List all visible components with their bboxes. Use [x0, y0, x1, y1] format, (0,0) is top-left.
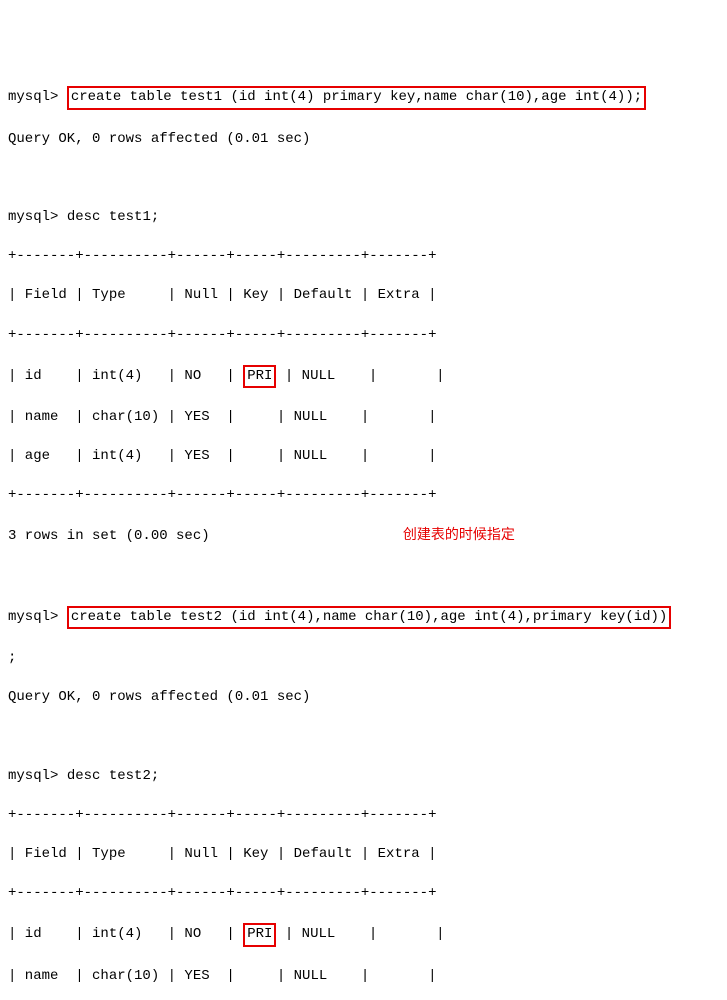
- query-ok-2: Query OK, 0 rows affected (0.01 sec): [8, 688, 719, 708]
- rows-in-set-1: 3 rows in set (0.00 sec) 创建表的时候指定: [8, 525, 719, 547]
- t2-row-name: | name | char(10) | YES | | NULL | |: [8, 967, 719, 987]
- t2-sep-top: +-------+----------+------+-----+-------…: [8, 806, 719, 826]
- t1-header: | Field | Type | Null | Key | Default | …: [8, 286, 719, 306]
- t1-row-age: | age | int(4) | YES | | NULL | |: [8, 447, 719, 467]
- cmd-create-test2: create table test2 (id int(4),name char(…: [71, 609, 668, 625]
- prompt: mysql>: [8, 209, 58, 225]
- t2-row-id: | id | int(4) | NO | PRI | NULL | |: [8, 923, 719, 947]
- t2-sep-mid: +-------+----------+------+-----+-------…: [8, 884, 719, 904]
- t1-row-name: | name | char(10) | YES | | NULL | |: [8, 408, 719, 428]
- t1-sep-bot: +-------+----------+------+-----+-------…: [8, 486, 719, 506]
- t2-row-id-pre: | id | int(4) | NO |: [8, 926, 243, 942]
- t1-row-id-pre: | id | int(4) | NO |: [8, 368, 243, 384]
- blank-3: [8, 727, 719, 747]
- t1-sep-top: +-------+----------+------+-----+-------…: [8, 247, 719, 267]
- highlight-create-test2: create table test2 (id int(4),name char(…: [67, 606, 672, 630]
- t2-row-id-key: PRI: [247, 926, 272, 942]
- cmd-line-3: mysql> create table test2 (id int(4),nam…: [8, 606, 719, 630]
- prompt: mysql>: [8, 89, 58, 105]
- prompt: mysql>: [8, 768, 58, 784]
- t1-row-id: | id | int(4) | NO | PRI | NULL | |: [8, 365, 719, 389]
- highlight-pri-1: PRI: [243, 365, 276, 389]
- t1-row-id-key: PRI: [247, 368, 272, 384]
- cmd-desc-test2: desc test2;: [67, 768, 159, 784]
- cmd-create-test1: create table test1 (id int(4) primary ke…: [71, 89, 642, 105]
- cmd-line-1: mysql> create table test1 (id int(4) pri…: [8, 86, 719, 110]
- blank-1: [8, 169, 719, 189]
- prompt: mysql>: [8, 609, 58, 625]
- annotation: 创建表的时候指定: [403, 526, 515, 542]
- blank-2: [8, 567, 719, 587]
- highlight-create-test1: create table test1 (id int(4) primary ke…: [67, 86, 646, 110]
- cmd-line-3-tail: ;: [8, 649, 719, 669]
- cmd-line-2: mysql> desc test1;: [8, 208, 719, 228]
- t1-sep-mid: +-------+----------+------+-----+-------…: [8, 326, 719, 346]
- cmd-desc-test1: desc test1;: [67, 209, 159, 225]
- query-ok-1: Query OK, 0 rows affected (0.01 sec): [8, 130, 719, 150]
- highlight-pri-2: PRI: [243, 923, 276, 947]
- t1-row-id-post: | NULL | |: [276, 368, 444, 384]
- t2-header: | Field | Type | Null | Key | Default | …: [8, 845, 719, 865]
- t2-row-id-post: | NULL | |: [276, 926, 444, 942]
- cmd-line-4: mysql> desc test2;: [8, 767, 719, 787]
